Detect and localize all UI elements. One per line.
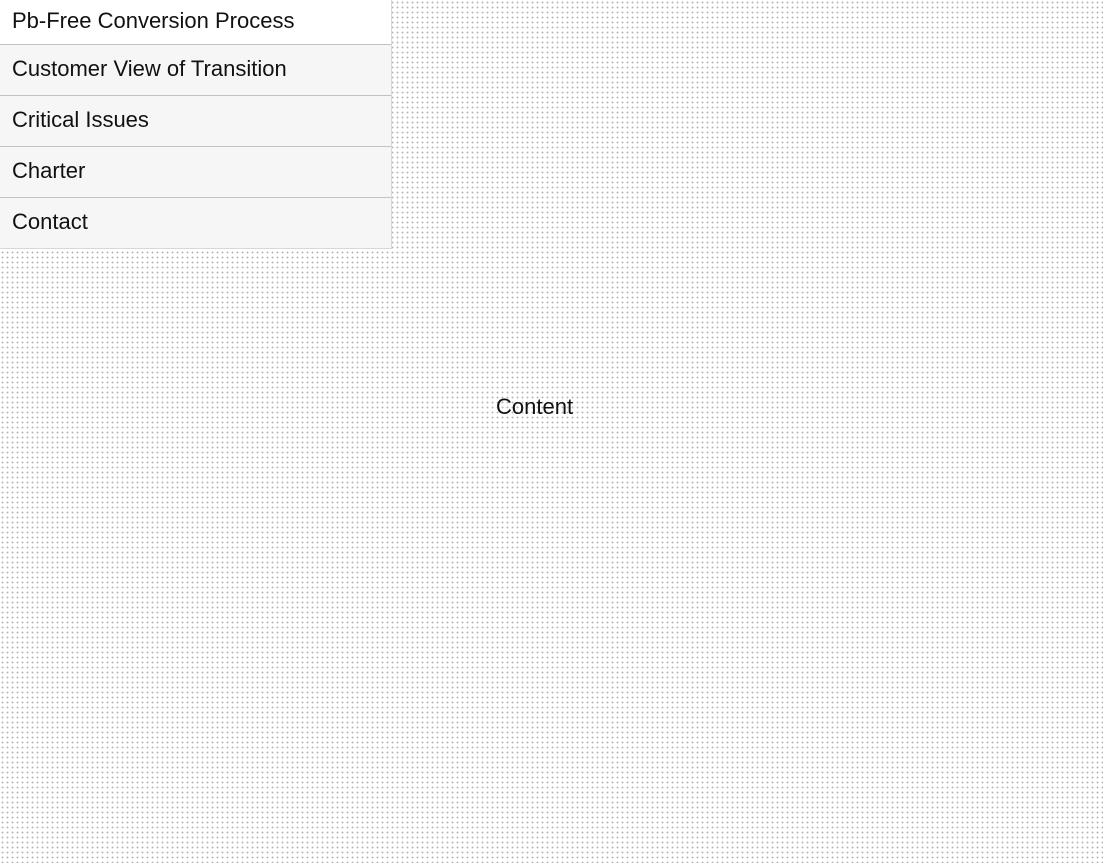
nav-item-customer-view-of-transition[interactable]: Customer View of Transition	[0, 45, 391, 96]
nav-item-critical-issues[interactable]: Critical Issues	[0, 96, 391, 147]
nav-item-contact[interactable]: Contact	[0, 198, 391, 248]
content-placeholder: Content	[496, 394, 574, 419]
navigation-menu: Pb-Free Conversion Process Customer View…	[0, 0, 392, 249]
nav-item-charter[interactable]: Charter	[0, 147, 391, 198]
nav-item-pb-free-conversion-process[interactable]: Pb-Free Conversion Process	[0, 0, 391, 45]
